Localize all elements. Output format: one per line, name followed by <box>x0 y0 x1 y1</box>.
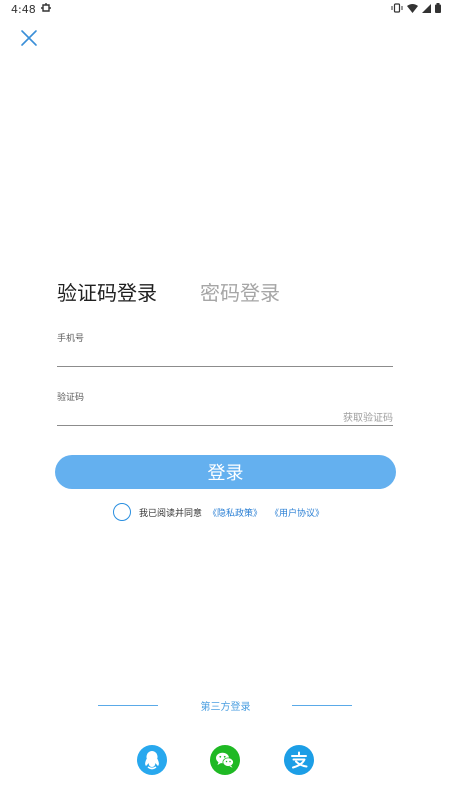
notification-bug-icon <box>40 2 52 17</box>
tab-password-login[interactable]: 密码登录 <box>200 277 280 306</box>
code-label: 验证码 <box>57 393 85 403</box>
alipay-icon <box>289 750 309 770</box>
qq-login-button[interactable] <box>137 745 167 775</box>
tab-sms-login[interactable]: 验证码登录 <box>57 277 157 306</box>
phone-input[interactable] <box>57 346 393 367</box>
vibrate-icon <box>391 3 403 13</box>
agreement-row: 我已阅读并同意 《隐私政策》 《用户协议》 <box>113 501 332 523</box>
battery-icon <box>435 3 441 13</box>
wechat-icon <box>215 751 235 769</box>
close-icon[interactable] <box>20 29 38 47</box>
privacy-policy-link[interactable]: 《隐私政策》 <box>208 506 262 519</box>
get-code-button[interactable]: 获取验证码 <box>343 409 393 424</box>
status-time: 4:48 <box>11 3 36 16</box>
wechat-login-button[interactable] <box>210 745 240 775</box>
user-agreement-link[interactable]: 《用户协议》 <box>270 506 324 519</box>
status-bar: 4:48 <box>0 0 451 20</box>
third-party-label: 第三方登录 <box>200 702 251 713</box>
agree-checkbox[interactable] <box>113 503 131 521</box>
login-button[interactable]: 登录 <box>55 455 396 489</box>
status-icons <box>391 3 441 13</box>
wifi-icon <box>407 3 418 13</box>
qq-icon <box>143 750 161 770</box>
divider-right <box>292 705 352 706</box>
signal-icon <box>422 3 431 13</box>
alipay-login-button[interactable] <box>284 745 314 775</box>
agree-text: 我已阅读并同意 <box>139 508 203 519</box>
phone-label: 手机号 <box>57 334 85 344</box>
